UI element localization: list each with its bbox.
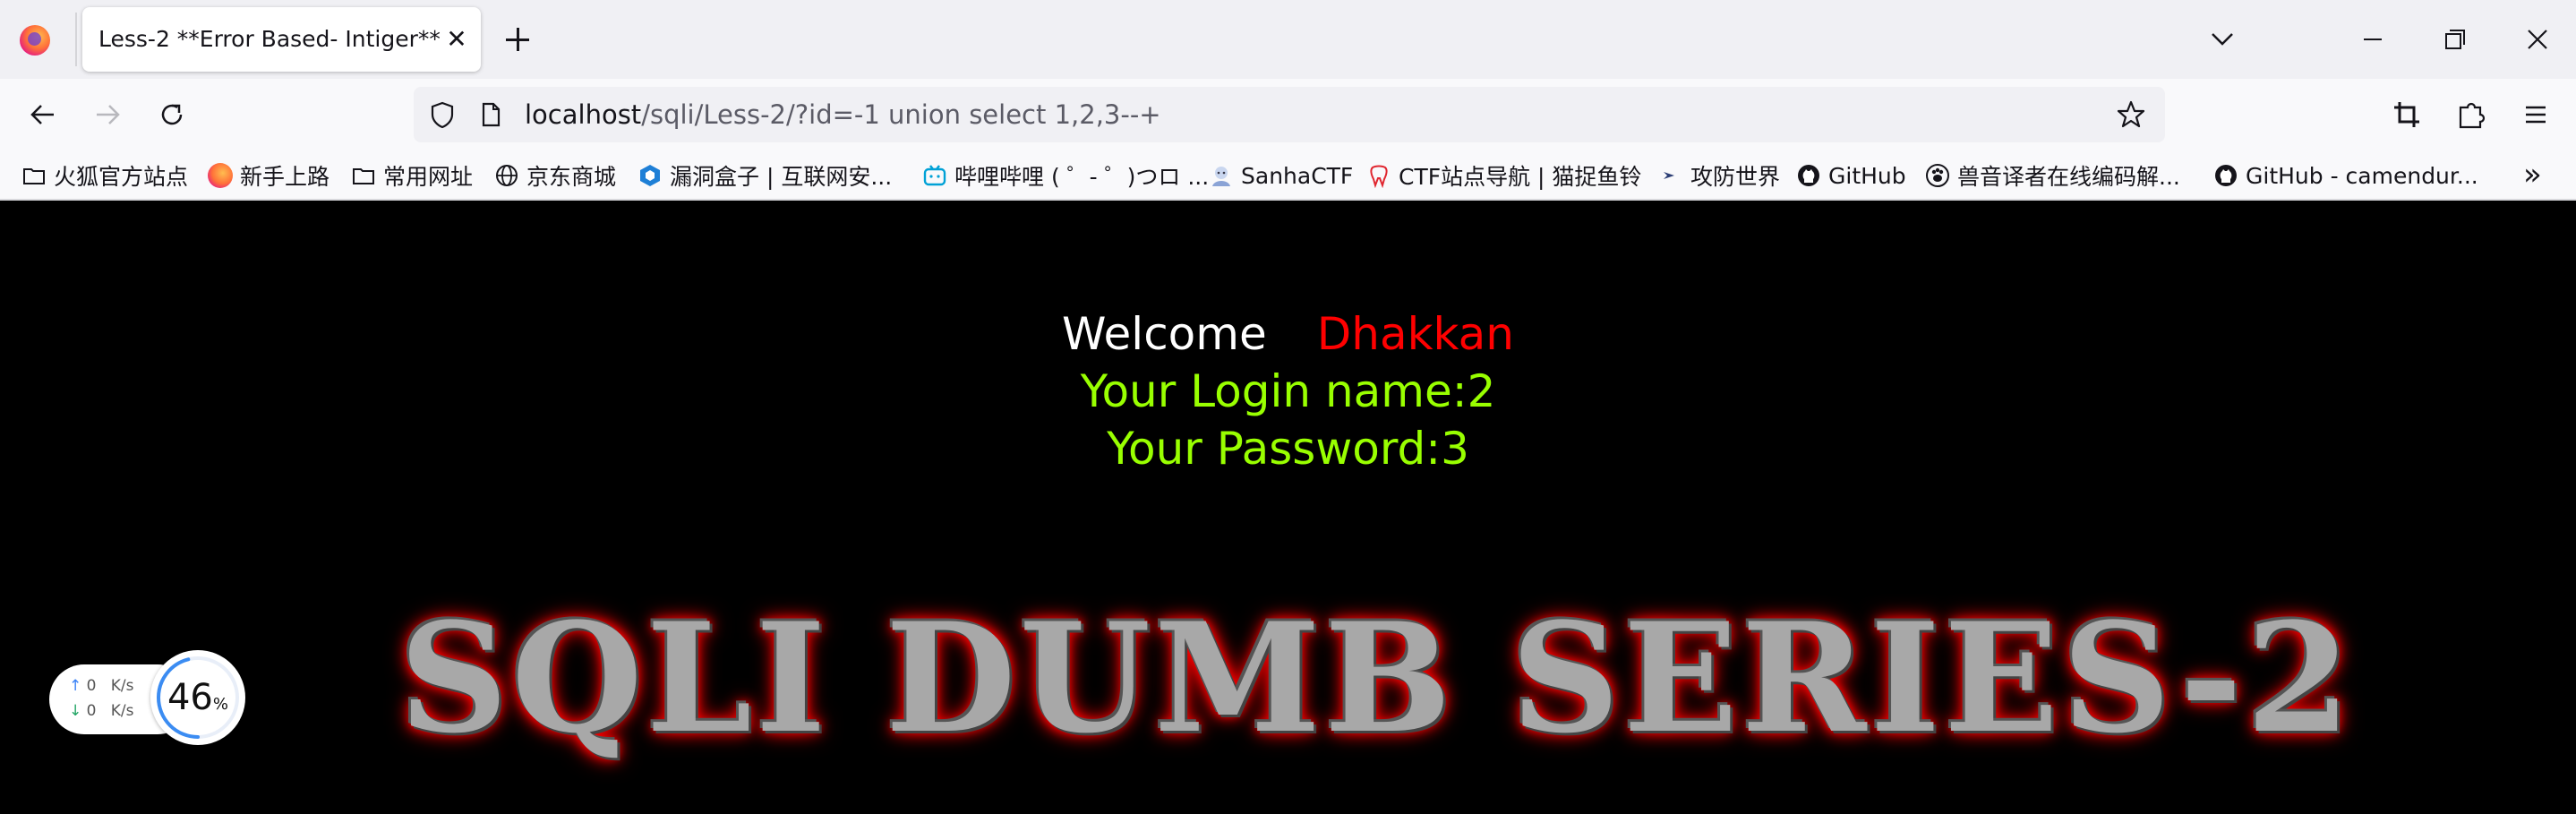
tooth-icon (1370, 165, 1388, 188)
window-close-icon[interactable] (2518, 20, 2557, 59)
download-arrow-icon: ↓ (69, 702, 82, 720)
bookmark-label: 火狐官方站点 (54, 164, 189, 190)
bookmark-label: 兽音译者在线编码解... (1957, 164, 2180, 190)
upload-unit: K/s (110, 677, 134, 695)
download-unit: K/s (110, 702, 134, 720)
bookmark-label: 哔哩哔哩 ( ゜- ゜)つロ ... (954, 164, 1210, 190)
bookmark-item[interactable]: SanhaCTF (1209, 158, 1353, 193)
bookmark-item[interactable]: 攻防世界 (1658, 158, 1780, 193)
folder-icon (353, 168, 374, 184)
shield-icon[interactable] (426, 99, 458, 131)
bookmark-item[interactable]: 兽音译者在线编码解... (1925, 158, 2180, 193)
welcome-text: Welcome (1062, 308, 1267, 360)
url-bar[interactable]: localhost/sqli/Less-2/?id=-1 union selec… (414, 87, 2165, 142)
bookmark-label: 漏洞盒子 | 互联网安... (670, 164, 893, 190)
bookmarks-overflow-chevron-icon[interactable]: » (2523, 159, 2559, 192)
paw-icon (1926, 164, 1949, 187)
back-arrow-icon[interactable] (23, 95, 63, 134)
upload-speed: ↑ 0 K/s (69, 677, 133, 695)
navigation-toolbar: localhost/sqli/Less-2/?id=-1 union selec… (0, 79, 2576, 150)
bookmark-item[interactable]: GitHub (1796, 158, 1906, 193)
firefox-logo-icon[interactable] (20, 25, 50, 56)
bookmark-star-icon[interactable] (2115, 99, 2147, 131)
arrow-icon (1664, 172, 1674, 179)
bookmark-label: 攻防世界 (1690, 164, 1781, 190)
firefox-icon (208, 163, 233, 188)
bookmark-label: 新手上路 (240, 164, 330, 190)
bookmark-label: 常用网址 (383, 164, 474, 190)
bookmark-item[interactable]: 新手上路 (208, 158, 329, 193)
memory-usage-gauge[interactable]: 46% (150, 650, 245, 745)
gauge-percent-value: 46 (167, 677, 213, 718)
avatar-icon (1212, 167, 1230, 186)
bookmark-item[interactable]: 哔哩哔哩 ( ゜- ゜)つロ ... (922, 158, 1209, 193)
bookmark-label: GitHub - camendur... (2246, 162, 2478, 189)
screenshot-crop-icon[interactable] (2387, 95, 2426, 134)
active-tab[interactable]: Less-2 **Error Based- Intiger** ✕ (82, 7, 481, 72)
upload-arrow-icon: ↑ (69, 677, 82, 695)
github-icon (1798, 165, 1819, 186)
bookmark-label: SanhaCTF (1241, 162, 1354, 189)
series-banner: SQLI DUMB SERIES-2 (399, 589, 2355, 767)
bookmark-item[interactable]: 火狐官方站点 (21, 158, 188, 193)
page-info-icon[interactable] (476, 100, 505, 129)
page-content: Welcome Dhakkan Your Login name:2 Your Pa… (0, 202, 2576, 814)
url-path: /sqli/Less-2/?id=-1 union select 1,2,3--… (641, 99, 1161, 130)
login-name-text: Your Login name:2 (1080, 365, 1496, 417)
tab-close-icon[interactable]: ✕ (441, 23, 473, 56)
window-minimize-icon[interactable] (2353, 20, 2392, 59)
welcome-line: Welcome Dhakkan (0, 308, 2576, 360)
upload-value: 0 (86, 677, 97, 695)
gauge-percent: 46% (150, 677, 245, 718)
bookmark-item[interactable]: CTF站点导航 | 猫捉鱼铃 (1366, 158, 1641, 193)
url-text[interactable]: localhost/sqli/Less-2/?id=-1 union selec… (525, 99, 1161, 130)
github-icon (2215, 165, 2237, 186)
welcome-name: Dhakkan (1316, 308, 1514, 360)
bookmarks-toolbar: 火狐官方站点 新手上路 常用网址 京东商城 漏洞盒子 | 互联网安... 哔哩哔… (0, 150, 2576, 201)
reload-icon[interactable] (152, 95, 192, 134)
window-restore-icon[interactable] (2435, 20, 2475, 59)
bilibili-icon (923, 165, 946, 186)
new-tab-plus-icon[interactable] (501, 23, 534, 56)
tab-separator (75, 13, 77, 66)
hex-icon (640, 165, 660, 186)
folder-icon (23, 168, 45, 184)
password-text: Your Password:3 (1107, 423, 1469, 475)
series-banner-text: SQLI DUMB SERIES-2 (399, 589, 2355, 767)
tab-title: Less-2 **Error Based- Intiger** (98, 26, 441, 52)
globe-icon (496, 165, 518, 186)
download-speed: ↓ 0 K/s (69, 702, 133, 720)
tab-list-chevron-down-icon[interactable] (2204, 21, 2240, 57)
bookmark-label: GitHub (1828, 162, 1906, 189)
bookmark-item[interactable]: 漏洞盒子 | 互联网安... (638, 158, 892, 193)
bookmark-label: 京东商城 (526, 164, 617, 190)
bookmark-item[interactable]: 京东商城 (494, 158, 616, 193)
download-value: 0 (86, 702, 97, 720)
bookmark-item[interactable]: GitHub - camendur... (2213, 158, 2478, 193)
tab-strip: Less-2 **Error Based- Intiger** ✕ (0, 0, 2576, 79)
extensions-puzzle-icon[interactable] (2452, 95, 2491, 134)
url-host: localhost (525, 99, 642, 130)
bookmark-item[interactable]: 常用网址 (351, 158, 473, 193)
bookmark-label: CTF站点导航 | 猫捉鱼铃 (1399, 164, 1642, 190)
forward-arrow-icon[interactable] (88, 95, 127, 134)
gauge-percent-sign: % (212, 695, 228, 714)
menu-hamburger-icon[interactable] (2516, 95, 2555, 134)
